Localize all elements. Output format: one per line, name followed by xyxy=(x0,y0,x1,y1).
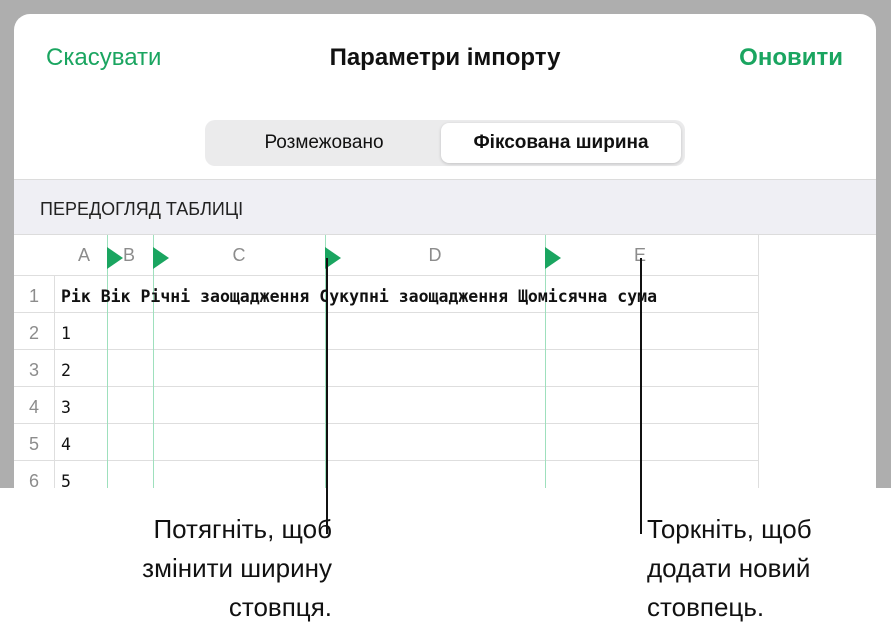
grid-line xyxy=(14,386,758,387)
preview-cell: 2 xyxy=(61,361,71,380)
callout-line-text: додати новий xyxy=(647,553,811,583)
callout-leader-line xyxy=(326,258,328,534)
preview-cell: 5 xyxy=(61,472,71,488)
callout-tap-to-add: Торкніть, щоб додати новий стовпець. xyxy=(647,510,812,627)
column-marker-handle[interactable] xyxy=(545,247,561,269)
update-button[interactable]: Оновити xyxy=(739,44,843,72)
column-header-a: A xyxy=(77,245,90,265)
callout-line-text: Торкніть, щоб xyxy=(647,514,812,544)
grid-line xyxy=(54,275,55,488)
segment-delimited[interactable]: Розмежовано xyxy=(209,123,439,163)
preview-header-row: Рік Вік Річні заощадження Сукупні заощад… xyxy=(61,287,658,306)
grid-line xyxy=(14,312,758,313)
preview-cell: 1 xyxy=(61,324,71,343)
row-number: 2 xyxy=(28,323,39,343)
grid-line xyxy=(14,349,758,350)
callout-line-text: змінити ширину xyxy=(142,553,332,583)
import-settings-sheet: Скасувати Параметри імпорту Оновити Розм… xyxy=(14,14,876,488)
callout-leader-line xyxy=(640,258,642,534)
grid-line xyxy=(14,275,758,276)
import-mode-segmented-control: Розмежовано Фіксована ширина xyxy=(205,120,685,166)
row-number: 6 xyxy=(28,471,39,488)
column-divider-2 xyxy=(153,235,154,488)
column-header-d: D xyxy=(428,245,442,265)
callout-line-text: Потягніть, щоб xyxy=(153,514,332,544)
column-marker-handle[interactable] xyxy=(107,247,123,269)
grid-line xyxy=(14,423,758,424)
preview-cell: 3 xyxy=(61,398,71,417)
column-divider-4 xyxy=(545,235,546,488)
section-title: ПЕРЕДОГЛЯД ТАБЛИЦІ xyxy=(40,199,244,219)
table-preview-grid: A B C D E 1 2 3 4 5 6 Рік Вік Річні заощ… xyxy=(14,235,876,488)
grid-line xyxy=(758,235,759,488)
column-header-c: C xyxy=(232,245,246,265)
callout-line-text: стовпця. xyxy=(228,592,332,622)
grid-line xyxy=(14,460,758,461)
segment-fixed-width[interactable]: Фіксована ширина xyxy=(441,123,681,163)
table-preview-section-header: ПЕРЕДОГЛЯД ТАБЛИЦІ xyxy=(14,179,876,235)
row-number: 1 xyxy=(28,286,39,306)
row-number: 3 xyxy=(28,360,39,380)
row-number: 4 xyxy=(28,397,39,417)
callout-line-text: стовпець. xyxy=(647,592,765,622)
callout-drag-to-resize: Потягніть, щоб змінити ширину стовпця. xyxy=(142,510,332,627)
column-divider-1 xyxy=(107,235,108,488)
column-marker-handle[interactable] xyxy=(153,247,169,269)
row-number: 5 xyxy=(28,434,39,454)
preview-cell: 4 xyxy=(61,435,71,454)
